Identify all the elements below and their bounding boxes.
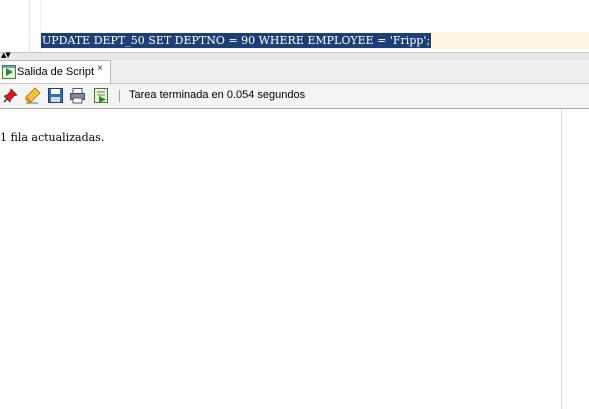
output-text: 1 fila actualizadas. — [0, 131, 105, 144]
eraser-icon[interactable] — [24, 87, 41, 104]
task-status-text: Tarea terminada en 0.054 segundos — [129, 89, 306, 101]
panel-splitter[interactable] — [0, 52, 589, 60]
sql-editor[interactable]: UPDATE DEPT_50 SET DEPTNO = 90 WHERE EMP… — [0, 0, 589, 52]
toolbar-separator — [119, 90, 120, 102]
tab-close-icon[interactable]: × — [97, 63, 103, 74]
save-icon[interactable] — [47, 87, 64, 104]
pin-icon[interactable] — [2, 87, 19, 104]
print-icon[interactable] — [69, 87, 86, 104]
run-script-icon[interactable] — [93, 87, 110, 104]
output-right-margin — [561, 109, 562, 409]
gutter-divider — [29, 0, 30, 52]
tab-label: Salida de Script — [17, 66, 95, 78]
output-toolbar: Tarea terminada en 0.054 segundos — [0, 84, 589, 109]
splitter-arrows-icon[interactable]: ▲▼ — [1, 52, 11, 59]
selected-sql-statement[interactable]: UPDATE DEPT_50 SET DEPTNO = 90 WHERE EMP… — [41, 33, 432, 48]
output-tab-bar: Salida de Script × — [0, 60, 589, 84]
script-output-icon — [2, 65, 16, 79]
tab-script-output[interactable]: Salida de Script × — [0, 60, 111, 83]
script-output-panel[interactable]: 1 fila actualizadas. — [0, 109, 589, 409]
